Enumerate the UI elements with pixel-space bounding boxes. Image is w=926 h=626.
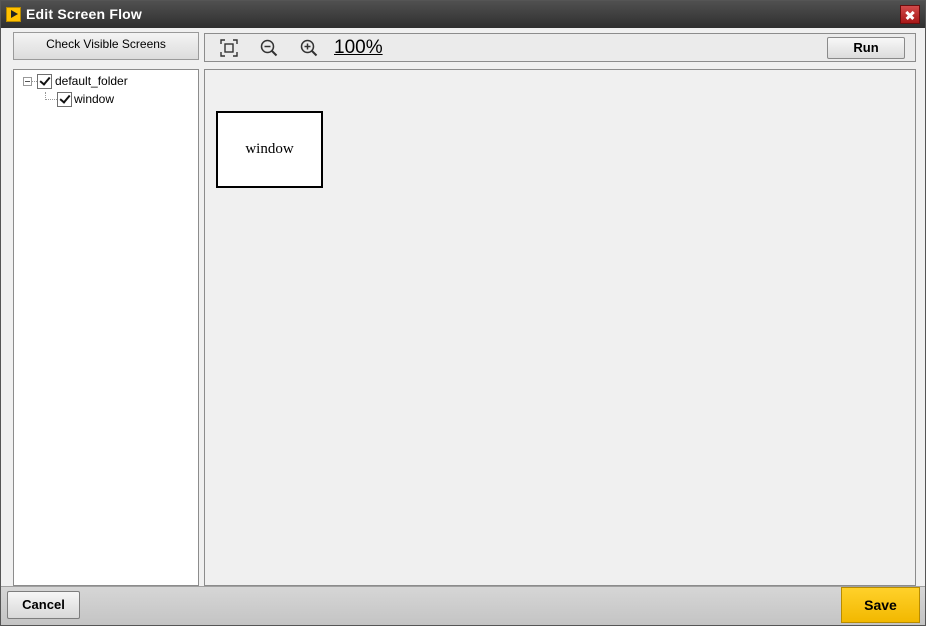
title-bar[interactable]: Edit Screen Flow xyxy=(1,1,925,28)
canvas-toolbar: 100% Run xyxy=(204,33,916,62)
check-visible-screens-button[interactable]: Check Visible Screens xyxy=(13,32,199,60)
close-button[interactable] xyxy=(900,5,920,24)
window-checkbox[interactable] xyxy=(57,92,72,107)
tree-item-window[interactable]: window xyxy=(74,92,114,106)
zoom-level[interactable]: 100% xyxy=(334,37,383,59)
folder-checkbox[interactable] xyxy=(37,74,52,89)
screen-node-label: window xyxy=(245,141,294,157)
cancel-button[interactable]: Cancel xyxy=(7,591,80,619)
run-button[interactable]: Run xyxy=(827,37,905,59)
screen-tree[interactable]: default_folder window xyxy=(13,69,199,586)
zoom-out-icon[interactable] xyxy=(260,39,278,57)
flow-canvas[interactable]: window xyxy=(204,69,916,586)
save-button[interactable]: Save xyxy=(841,587,920,623)
collapse-icon[interactable] xyxy=(23,77,32,86)
fit-screen-icon[interactable] xyxy=(220,39,238,57)
play-icon xyxy=(6,7,21,22)
zoom-in-icon[interactable] xyxy=(300,39,318,57)
screen-node-window[interactable]: window xyxy=(216,111,323,188)
dialog-title: Edit Screen Flow xyxy=(26,6,142,22)
tree-connector xyxy=(45,99,57,100)
dialog-footer: Cancel Save xyxy=(1,586,925,625)
tree-item-default-folder[interactable]: default_folder xyxy=(55,74,128,88)
edit-screen-flow-dialog: Edit Screen Flow Check Visible Screens d… xyxy=(0,0,926,626)
